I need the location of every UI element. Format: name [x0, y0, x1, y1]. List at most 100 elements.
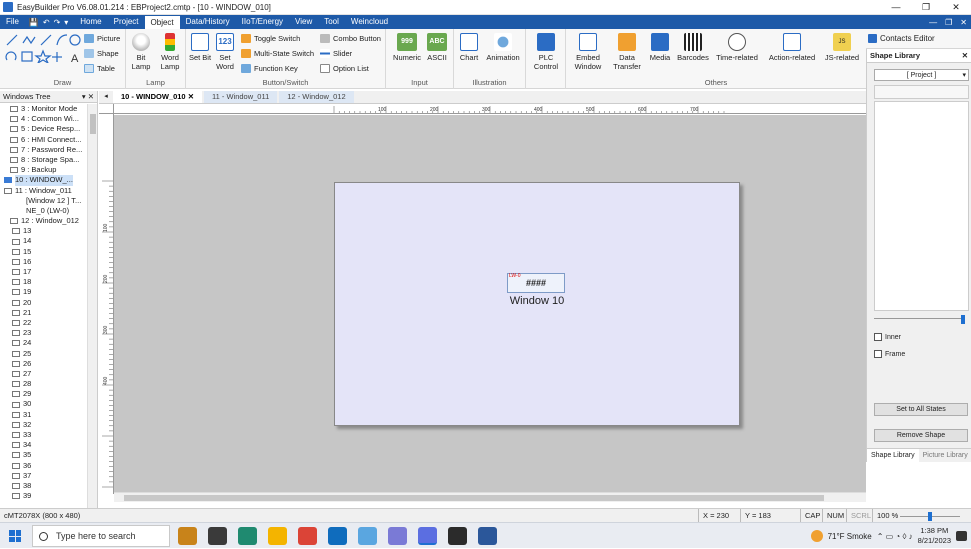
- customize-qa-icon[interactable]: ▾: [64, 18, 68, 27]
- taskbar-app-icon[interactable]: [178, 527, 197, 545]
- tree-item[interactable]: 27: [0, 369, 88, 379]
- menu-weincloud[interactable]: Weincloud: [345, 15, 394, 29]
- menu-file[interactable]: File: [0, 15, 25, 29]
- bit-lamp-button[interactable]: Bit Lamp: [129, 33, 153, 71]
- tree-item[interactable]: 33: [0, 430, 88, 440]
- save-icon[interactable]: 💾: [29, 18, 39, 27]
- tab-scroll-left-icon[interactable]: ◂: [99, 90, 113, 103]
- js-related-button[interactable]: JS JS-related: [822, 33, 862, 62]
- taskbar-app-icon[interactable]: [358, 527, 377, 545]
- numeric-button[interactable]: 999 Numeric: [392, 33, 422, 62]
- tree-item[interactable]: 14: [0, 236, 88, 246]
- window-label-text[interactable]: Window 10: [485, 295, 589, 307]
- action-related-button[interactable]: Action-related: [766, 33, 818, 62]
- taskbar-app-icon[interactable]: [268, 527, 287, 545]
- library-select[interactable]: [ Project ] ▾: [874, 69, 969, 81]
- taskbar-app-icon[interactable]: [388, 527, 407, 545]
- tree-item[interactable]: 22: [0, 318, 88, 328]
- tree-item[interactable]: 34: [0, 440, 88, 450]
- tree-item[interactable]: 10 : WINDOW_...: [0, 175, 88, 186]
- tree-item[interactable]: 35: [0, 450, 88, 460]
- taskbar-search[interactable]: Type here to search: [32, 525, 170, 547]
- animation-button[interactable]: Animation: [484, 33, 522, 62]
- taskbar-clock[interactable]: 1:38 PM 8/21/2023: [918, 526, 951, 546]
- menu-tool[interactable]: Tool: [318, 15, 345, 29]
- shape-button[interactable]: Shape: [84, 49, 119, 58]
- mdi-close-button[interactable]: ✕: [960, 18, 967, 27]
- shape-gallery[interactable]: [874, 101, 969, 311]
- tab-window-010[interactable]: 10 - WINDOW_010 ✕: [113, 91, 202, 103]
- hmi-window[interactable]: LW-0 #### Window 10: [334, 182, 740, 426]
- slider-button[interactable]: Slider: [320, 49, 352, 58]
- option-list-button[interactable]: Option List: [320, 64, 369, 73]
- tab-shape-library[interactable]: Shape Library: [867, 449, 919, 462]
- mdi-restore-button[interactable]: ❐: [945, 18, 952, 27]
- tree-item[interactable]: 16: [0, 257, 88, 267]
- embed-window-button[interactable]: Embed Window: [568, 33, 608, 71]
- tree-item[interactable]: 24: [0, 338, 88, 348]
- media-button[interactable]: Media: [646, 33, 674, 62]
- barcodes-button[interactable]: Barcodes: [675, 33, 711, 62]
- menu-object[interactable]: Object: [144, 16, 180, 29]
- tree-item[interactable]: [Window 12 ] T...: [0, 196, 88, 206]
- taskbar-app-icon[interactable]: [418, 527, 437, 545]
- taskbar-app-icon[interactable]: [328, 527, 347, 545]
- tree-item[interactable]: 25: [0, 349, 88, 359]
- notification-icon[interactable]: [956, 531, 967, 541]
- data-transfer-button[interactable]: Data Transfer: [608, 33, 646, 71]
- canvas-scroll-thumb[interactable]: [124, 495, 824, 501]
- redo-icon[interactable]: ↷: [54, 18, 61, 27]
- multi-state-switch-button[interactable]: Multi-State Switch: [241, 49, 314, 58]
- tree-item[interactable]: 18: [0, 277, 88, 287]
- close-tab-icon[interactable]: ✕: [188, 92, 194, 101]
- canvas-horizontal-scrollbar[interactable]: [114, 492, 866, 502]
- chart-button[interactable]: Chart: [456, 33, 482, 62]
- menu-project[interactable]: Project: [108, 15, 145, 29]
- slider-thumb[interactable]: [961, 315, 965, 324]
- plc-control-button[interactable]: PLC Control: [530, 33, 562, 71]
- tree-item[interactable]: 36: [0, 461, 88, 471]
- word-lamp-button[interactable]: Word Lamp: [157, 33, 183, 71]
- tree-scrollbar[interactable]: [87, 104, 97, 508]
- taskbar-app-icon[interactable]: [238, 527, 257, 545]
- picture-button[interactable]: Picture: [84, 34, 120, 43]
- table-button[interactable]: Table: [84, 64, 115, 73]
- tree-scroll-thumb[interactable]: [90, 114, 96, 134]
- combo-button-button[interactable]: Combo Button: [320, 34, 381, 43]
- tree-item[interactable]: 4 : Common Wi...: [0, 114, 88, 124]
- menu-home[interactable]: Home: [74, 15, 107, 29]
- tree-item[interactable]: 19: [0, 287, 88, 297]
- frame-checkbox[interactable]: Frame: [874, 350, 905, 358]
- mdi-minimize-button[interactable]: —: [929, 18, 937, 27]
- ascii-button[interactable]: ABC ASCII: [424, 33, 450, 62]
- tab-window-012[interactable]: 12 - Window_012: [279, 91, 354, 103]
- tree-item[interactable]: NE_0 (LW-0): [0, 206, 88, 216]
- tree-item[interactable]: 38: [0, 481, 88, 491]
- tree-item[interactable]: 5 : Device Resp...: [0, 124, 88, 134]
- tree-item[interactable]: 12 : Window_012: [0, 216, 88, 226]
- tree-item[interactable]: 6 : HMI Connect...: [0, 135, 88, 145]
- tree-item[interactable]: 11 : Window_011: [0, 186, 88, 196]
- set-bit-button[interactable]: Set Bit: [188, 33, 212, 62]
- tree-item[interactable]: 3 : Monitor Mode: [0, 104, 88, 114]
- time-related-button[interactable]: Time-related: [713, 33, 761, 62]
- close-button[interactable]: ✕: [941, 0, 971, 15]
- taskbar-app-icon[interactable]: [208, 527, 227, 545]
- tree-item[interactable]: 37: [0, 471, 88, 481]
- set-to-all-states-button[interactable]: Set to All States: [874, 403, 968, 416]
- windows-tree-controls[interactable]: ▾ ✕: [82, 92, 94, 101]
- tree-item[interactable]: 15: [0, 247, 88, 257]
- close-icon[interactable]: ✕: [962, 51, 968, 60]
- tray-icons[interactable]: ⌃ ▭ ◔ ◊ ♪: [877, 532, 913, 541]
- inner-checkbox[interactable]: Inner: [874, 333, 901, 341]
- shape-size-slider[interactable]: [874, 315, 969, 324]
- tab-picture-library[interactable]: Picture Library: [919, 449, 971, 462]
- tree-item[interactable]: 26: [0, 359, 88, 369]
- tree-item[interactable]: 39: [0, 491, 88, 501]
- tree-item[interactable]: 17: [0, 267, 88, 277]
- minimize-button[interactable]: —: [881, 0, 911, 15]
- tree-item[interactable]: 7 : Password Re...: [0, 145, 88, 155]
- toggle-switch-button[interactable]: Toggle Switch: [241, 34, 300, 43]
- taskbar-app-icon[interactable]: [448, 527, 467, 545]
- tree-item[interactable]: 20: [0, 298, 88, 308]
